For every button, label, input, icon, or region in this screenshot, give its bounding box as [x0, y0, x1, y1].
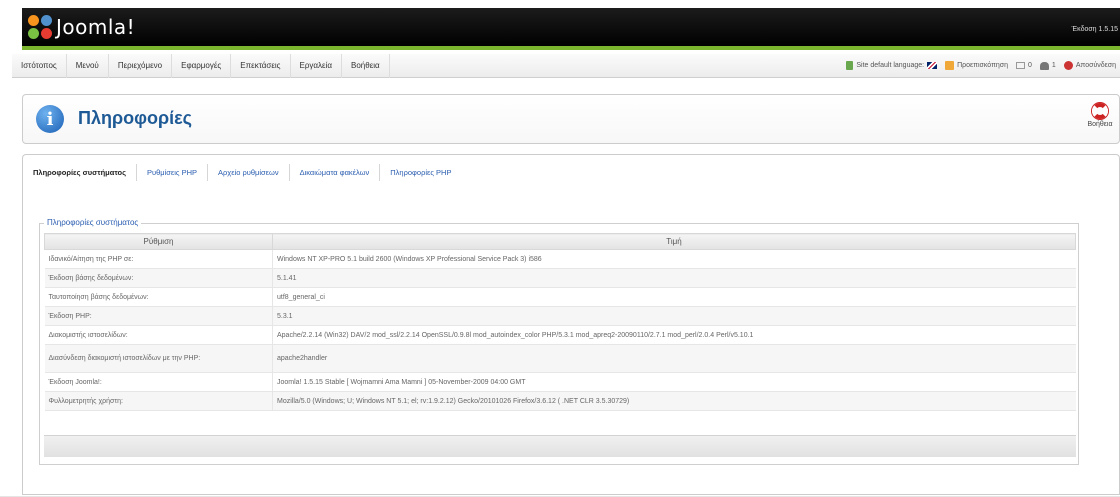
- header-bar: Joomla! Έκδοση 1.5.15: [22, 8, 1120, 50]
- setting-cell: Ιδανικό/Αίτηση της PHP σε:: [44, 249, 273, 269]
- lifebuoy-icon: [1092, 103, 1108, 119]
- menu-item-components[interactable]: Εφαρμογές: [172, 53, 232, 78]
- status-bar: Site default language: Προεπισκόπηση 0 1…: [846, 54, 1120, 78]
- preview-icon: [945, 61, 955, 70]
- value-cell: Mozilla/5.0 (Windows; U; Windows NT 5.1;…: [272, 391, 1076, 411]
- fieldset-legend: Πληροφορίες συστήματος: [44, 218, 142, 227]
- menu-item-site[interactable]: Ιστότοπος: [12, 53, 67, 78]
- table-row: Έκδοση PHP: 5.3.1: [44, 306, 1076, 326]
- table-row: Ιδανικό/Αίτηση της PHP σε: Windows NT XP…: [44, 249, 1076, 269]
- value-cell: apache2handler: [272, 344, 1076, 373]
- joomla-logo-icon: [28, 15, 52, 39]
- table-row: Διακομιστής ιστοσελίδων: Apache/2.2.14 (…: [44, 325, 1076, 345]
- logout-label: Αποσύνδεση: [1075, 62, 1116, 69]
- admin-page: Joomla! Έκδοση 1.5.15 Ιστότοπος Μενού Πε…: [10, 8, 1120, 497]
- setting-cell: Έκδοση PHP:: [44, 306, 273, 326]
- table-row: Διασύνδεση διακομιστή ιστοσελίδων με την…: [44, 344, 1076, 373]
- menu-bar: Ιστότοπος Μενού Περιεχόμενο Εφαρμογές Επ…: [12, 53, 1120, 78]
- tab-system-info[interactable]: Πληροφορίες συστήματος: [33, 164, 137, 181]
- preview-label: Προεπισκόπηση: [957, 62, 1009, 69]
- messages-link[interactable]: 0: [1016, 62, 1032, 69]
- page-header-box: i Πληροφορίες Βοήθεια: [22, 94, 1120, 144]
- language-label: Site default language:: [856, 62, 925, 69]
- menu-item-extensions[interactable]: Επεκτάσεις: [231, 53, 291, 78]
- uk-flag-icon: [927, 62, 938, 69]
- users-icon: [1039, 61, 1049, 70]
- messages-count: 0: [1028, 62, 1032, 69]
- help-button[interactable]: Βοήθεια: [1085, 103, 1115, 128]
- info-tabs: Πληροφορίες συστήματος Ρυθμίσεις PHP Αρχ…: [33, 164, 461, 181]
- table-header-row: Ρύθμιση Τιμή: [44, 233, 1076, 250]
- main-menu: Ιστότοπος Μενού Περιεχόμενο Εφαρμογές Επ…: [12, 53, 390, 78]
- tab-php-settings[interactable]: Ρυθμίσεις PHP: [137, 164, 209, 181]
- setting-cell: Έκδοση βάσης δεδομένων:: [44, 268, 273, 288]
- tabs-box: Πληροφορίες συστήματος Ρυθμίσεις PHP Αρχ…: [22, 154, 1120, 194]
- table-row: Έκδοση Joomla!: Joomla! 1.5.15 Stable [ …: [44, 372, 1076, 392]
- value-cell: Joomla! 1.5.15 Stable [ Wojmamni Ama Mam…: [272, 372, 1076, 392]
- language-icon: [846, 61, 854, 70]
- page-title: Πληροφορίες: [78, 108, 193, 128]
- logout-link[interactable]: Αποσύνδεση: [1063, 61, 1116, 70]
- menu-item-help[interactable]: Βοήθεια: [342, 53, 390, 78]
- setting-cell: Ταυτοποίηση βάσης δεδομένων:: [44, 287, 273, 307]
- setting-cell: Διακομιστής ιστοσελίδων:: [44, 325, 273, 345]
- table-footer: [44, 435, 1076, 457]
- users-count: 1: [1051, 62, 1056, 69]
- value-cell: Windows NT XP-PRO 5.1 build 2600 (Window…: [272, 249, 1076, 269]
- users-online[interactable]: 1: [1039, 61, 1056, 70]
- column-header-setting: Ρύθμιση: [44, 233, 273, 250]
- help-label: Βοήθεια: [1087, 121, 1113, 128]
- language-status[interactable]: Site default language:: [846, 61, 938, 70]
- setting-cell: Διασύνδεση διακομιστή ιστοσελίδων με την…: [44, 344, 273, 373]
- value-cell: utf8_general_ci: [272, 287, 1076, 307]
- value-cell: 5.1.41: [272, 268, 1076, 288]
- logo-text: Joomla!: [56, 15, 136, 39]
- joomla-logo[interactable]: Joomla!: [28, 12, 135, 42]
- value-cell: 5.3.1: [272, 306, 1076, 326]
- logout-icon: [1063, 61, 1073, 70]
- table-row: Ταυτοποίηση βάσης δεδομένων: utf8_genera…: [44, 287, 1076, 307]
- column-header-value: Τιμή: [272, 233, 1076, 250]
- tab-directory-permissions[interactable]: Δικαιώματα φακέλων: [290, 164, 381, 181]
- system-info-fieldset: Πληροφορίες συστήματος Ρύθμιση Τιμή Ιδαν…: [39, 218, 1079, 465]
- menu-item-content[interactable]: Περιεχόμενο: [109, 53, 173, 78]
- tab-config-file[interactable]: Αρχείο ρυθμίσεων: [208, 164, 290, 181]
- mail-icon: [1016, 62, 1026, 69]
- table-row: Έκδοση βάσης δεδομένων: 5.1.41: [44, 268, 1076, 288]
- menu-item-tools[interactable]: Εργαλεία: [291, 53, 343, 78]
- version-label: Έκδοση 1.5.15: [1071, 26, 1118, 33]
- info-icon: i: [36, 105, 64, 133]
- setting-cell: Έκδοση Joomla!:: [44, 372, 273, 392]
- table-row: Φυλλομετρητής χρήστη: Mozilla/5.0 (Windo…: [44, 391, 1076, 411]
- content-panel: Πληροφορίες συστήματος Ρύθμιση Τιμή Ιδαν…: [22, 194, 1120, 495]
- setting-cell: Φυλλομετρητής χρήστη:: [44, 391, 273, 411]
- preview-link[interactable]: Προεπισκόπηση: [945, 61, 1008, 70]
- tab-php-info[interactable]: Πληροφορίες PHP: [380, 164, 461, 181]
- system-info-table: Ρύθμιση Τιμή Ιδανικό/Αίτηση της PHP σε: …: [44, 233, 1076, 411]
- menu-item-menus[interactable]: Μενού: [67, 53, 109, 78]
- value-cell: Apache/2.2.14 (Win32) DAV/2 mod_ssl/2.2.…: [272, 325, 1076, 345]
